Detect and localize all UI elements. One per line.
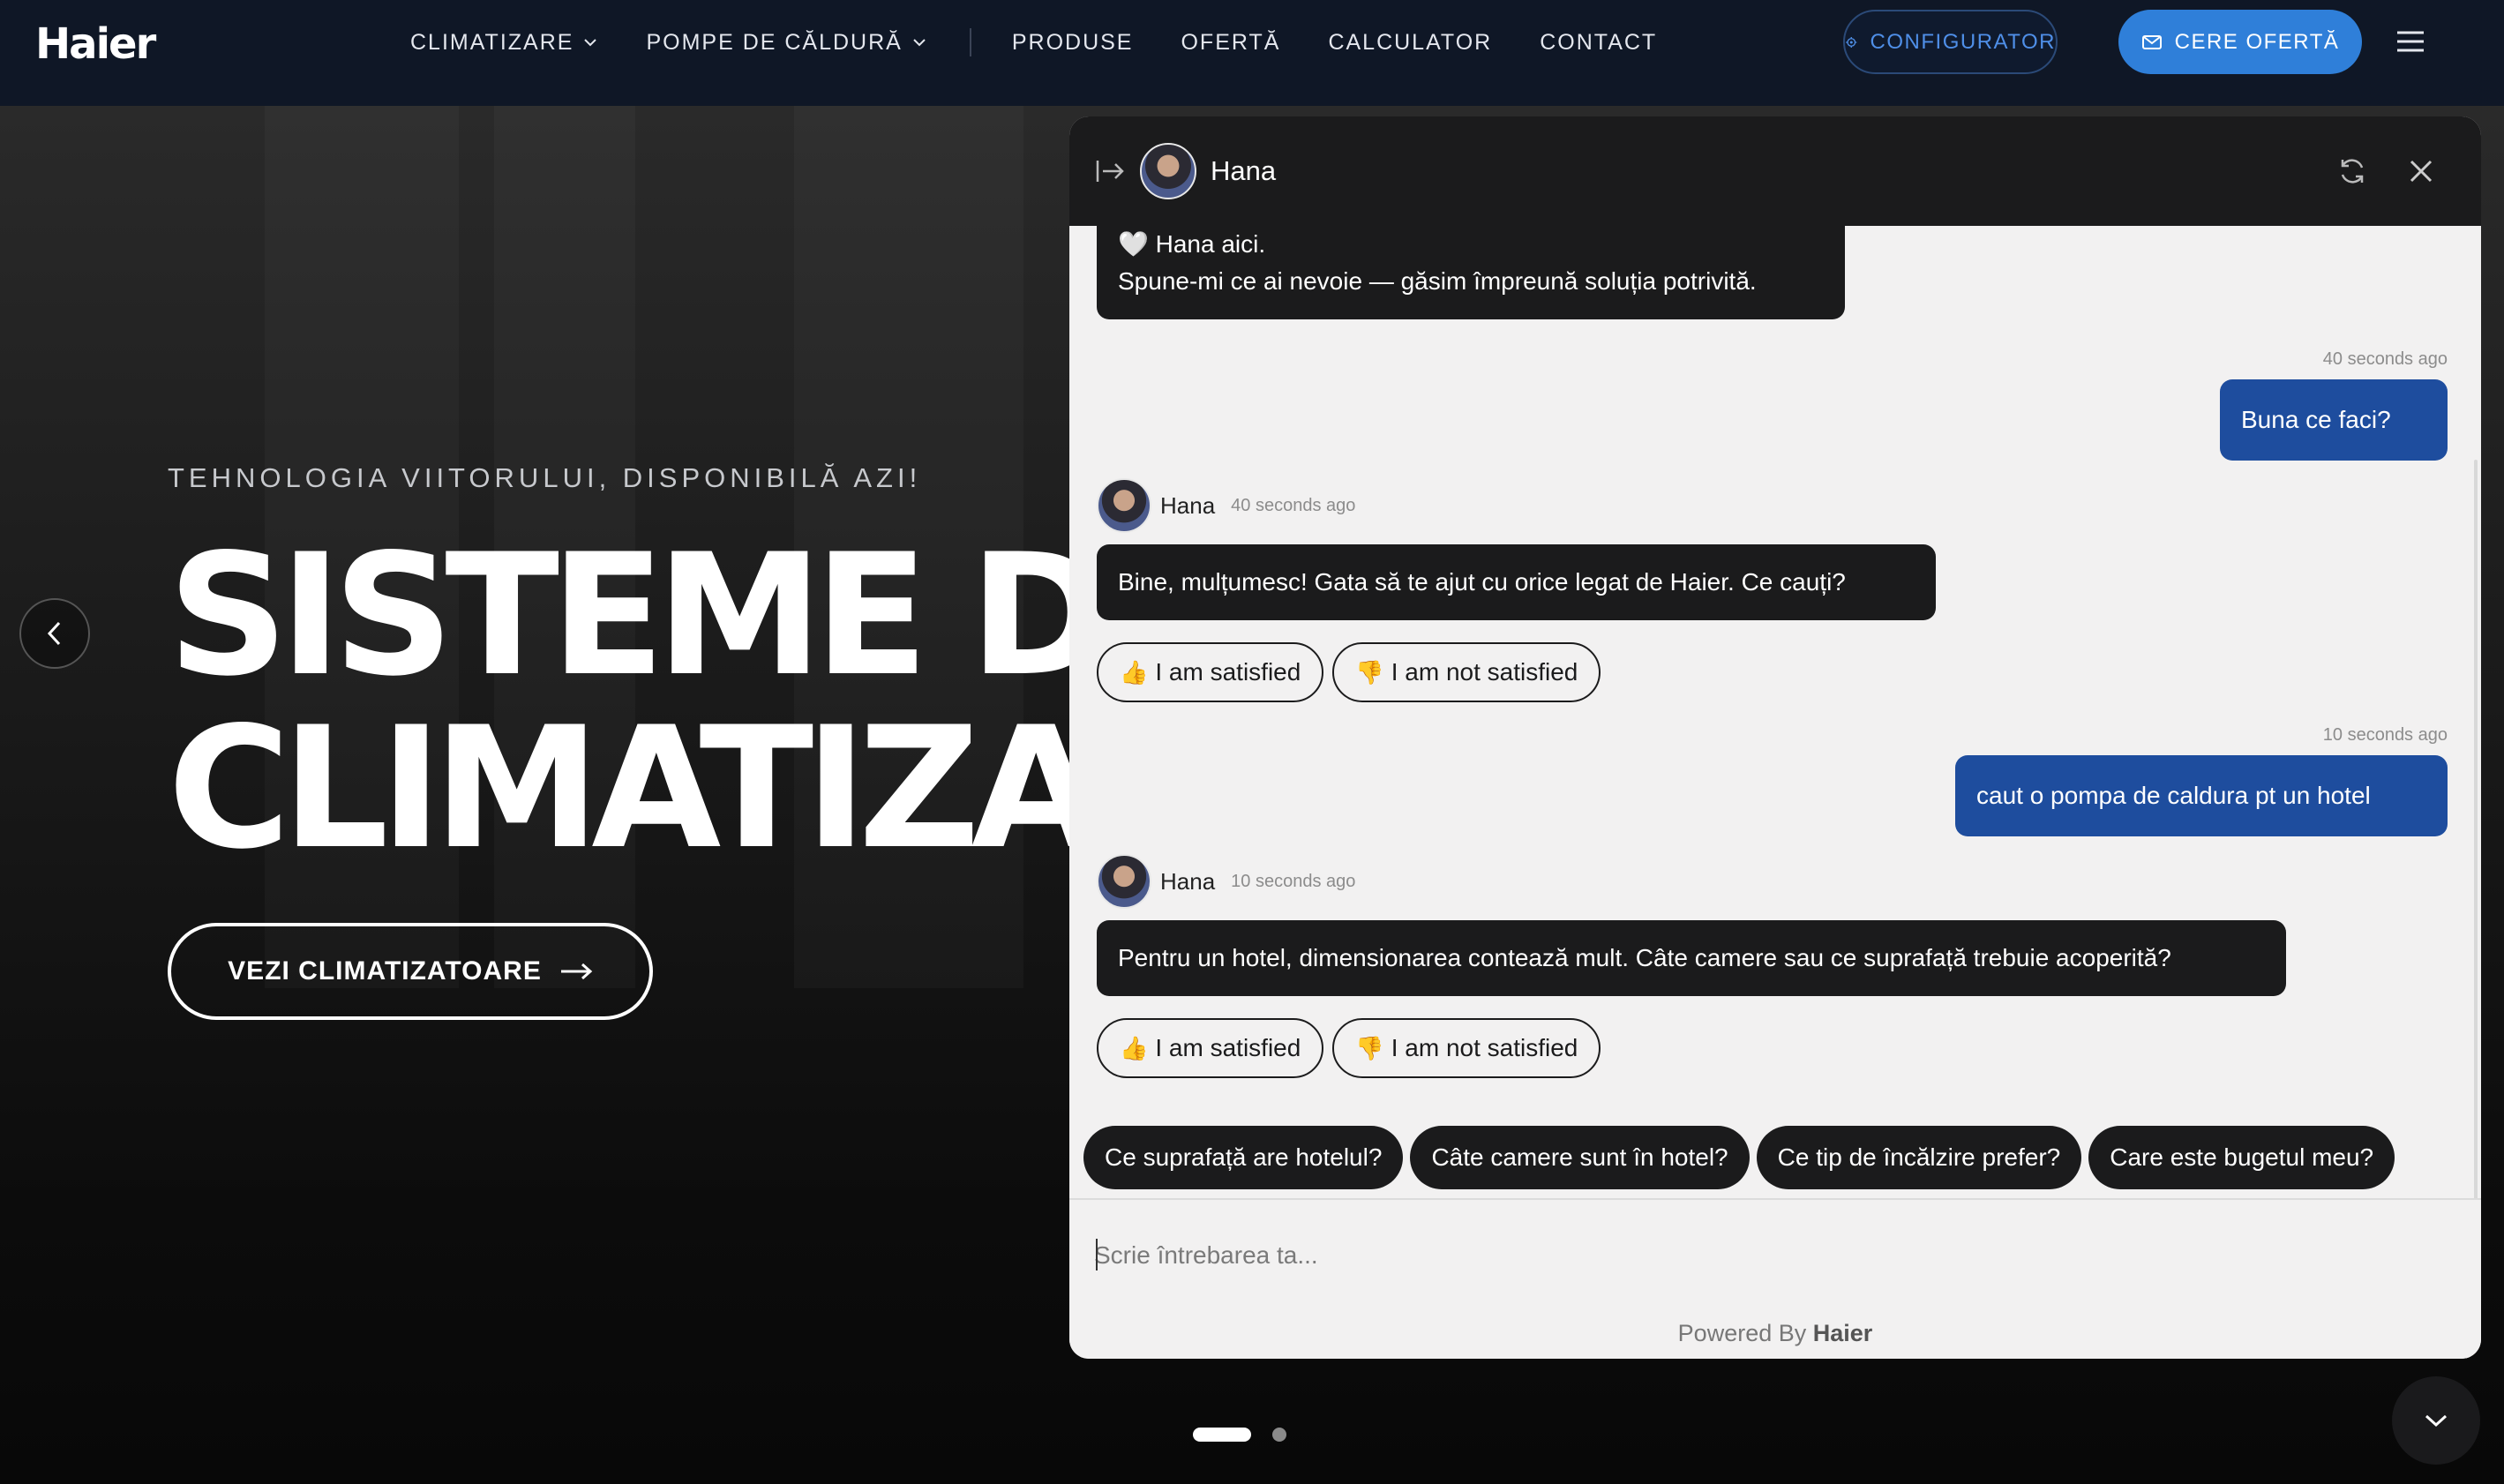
chat-composer: Powered By Haier <box>1069 1198 2481 1359</box>
nav-divider <box>969 28 971 56</box>
satisfied-button[interactable]: 👍 I am satisfied <box>1097 1018 1324 1078</box>
slide-dot-2[interactable] <box>1272 1428 1286 1442</box>
configurator-button[interactable]: CONFIGURATOR <box>1843 10 2058 74</box>
nav-calculator[interactable]: CALCULATOR <box>1328 30 1492 56</box>
feedback-buttons: 👍 I am satisfied 👎 I am not satisfied <box>1097 642 1609 702</box>
suggestion-chip[interactable]: Ce suprafață are hotelul? <box>1083 1126 1404 1189</box>
powered-by: Powered By Haier <box>1677 1320 1873 1346</box>
chevron-down-icon <box>2425 1414 2448 1428</box>
main-nav: CLIMATIZARE POMPE DE CĂLDURĂ PRODUSE OFE… <box>410 0 1705 85</box>
arrow-right-icon <box>560 963 593 980</box>
message-sender: Hana 10 seconds ago <box>1097 854 1355 909</box>
suggestion-chip[interactable]: Care este bugetul meu? <box>2088 1126 2395 1189</box>
nav-oferta[interactable]: OFERTĂ <box>1181 30 1280 56</box>
menu-icon[interactable] <box>2395 28 2425 55</box>
refresh-icon[interactable] <box>2336 155 2368 187</box>
slide-prev-button[interactable] <box>19 598 90 669</box>
request-offer-button[interactable]: CERE OFERTĂ <box>2118 10 2362 74</box>
bot-message: Bine, mulțumesc! Gata să te ajut cu oric… <box>1097 544 1936 620</box>
agent-name: Hana <box>1211 155 1277 186</box>
chat-widget: Hana 🤍 Hana aici. Spune-mi ce ai nevoie … <box>1069 116 2481 1359</box>
mail-icon <box>2141 34 2162 49</box>
thumbs-up-icon: 👍 <box>1120 1034 1149 1061</box>
slide-indicator <box>1193 1428 1286 1442</box>
chat-scrollbar[interactable] <box>2474 460 2478 1307</box>
bot-message-intro: 🤍 Hana aici. Spune-mi ce ai nevoie — găs… <box>1097 208 1845 319</box>
user-message: Buna ce faci? <box>2220 379 2448 461</box>
suggested-questions: Ce suprafață are hotelul? Câte camere su… <box>1083 1126 2402 1189</box>
nav-contact[interactable]: CONTACT <box>1540 30 1657 56</box>
view-air-conditioners-button[interactable]: VEZI CLIMATIZATOARE <box>168 923 653 1020</box>
message-timestamp: 10 seconds ago <box>2322 725 2448 745</box>
chevron-left-icon <box>47 621 61 646</box>
slide-dot-1[interactable] <box>1193 1428 1251 1442</box>
nav-produse[interactable]: PRODUSE <box>1012 30 1134 56</box>
chevron-down-icon <box>584 39 597 47</box>
agent-avatar <box>1097 478 1151 533</box>
message-timestamp: 40 seconds ago <box>2322 349 2448 369</box>
haier-logo[interactable]: Haier <box>35 19 156 69</box>
close-icon[interactable] <box>2407 157 2435 185</box>
gear-icon <box>1846 36 1857 48</box>
feedback-buttons: 👍 I am satisfied 👎 I am not satisfied <box>1097 1018 1609 1078</box>
bot-message: Pentru un hotel, dimensionarea contează … <box>1097 920 2286 996</box>
collapse-panel-icon[interactable] <box>1094 155 1126 187</box>
not-satisfied-button[interactable]: 👎 I am not satisfied <box>1332 1018 1601 1078</box>
user-message: caut o pompa de caldura pt un hotel <box>1955 755 2448 836</box>
agent-avatar <box>1097 854 1151 909</box>
thumbs-up-icon: 👍 <box>1120 658 1149 686</box>
scroll-down-button[interactable] <box>2392 1376 2480 1465</box>
text-caret <box>1096 1239 1098 1270</box>
thumbs-down-icon: 👎 <box>1355 1034 1384 1061</box>
satisfied-button[interactable]: 👍 I am satisfied <box>1097 642 1324 702</box>
nav-pompe-de-caldura[interactable]: POMPE DE CĂLDURĂ <box>646 30 926 56</box>
chat-message-input[interactable] <box>1094 1233 2453 1278</box>
nav-climatizare[interactable]: CLIMATIZARE <box>410 30 598 56</box>
hero-eyebrow: TEHNOLOGIA VIITORULUI, DISPONIBILĂ AZI! <box>168 462 922 493</box>
suggestion-chip[interactable]: Câte camere sunt în hotel? <box>1410 1126 1750 1189</box>
suggestion-chip[interactable]: Ce tip de încălzire prefer? <box>1756 1126 2082 1189</box>
site-header: Haier CLIMATIZARE POMPE DE CĂLDURĂ PRODU… <box>0 0 2504 106</box>
thumbs-down-icon: 👎 <box>1355 658 1384 686</box>
message-sender: Hana 40 seconds ago <box>1097 478 1355 533</box>
not-satisfied-button[interactable]: 👎 I am not satisfied <box>1332 642 1601 702</box>
agent-avatar <box>1140 143 1196 199</box>
chevron-down-icon <box>913 39 926 47</box>
